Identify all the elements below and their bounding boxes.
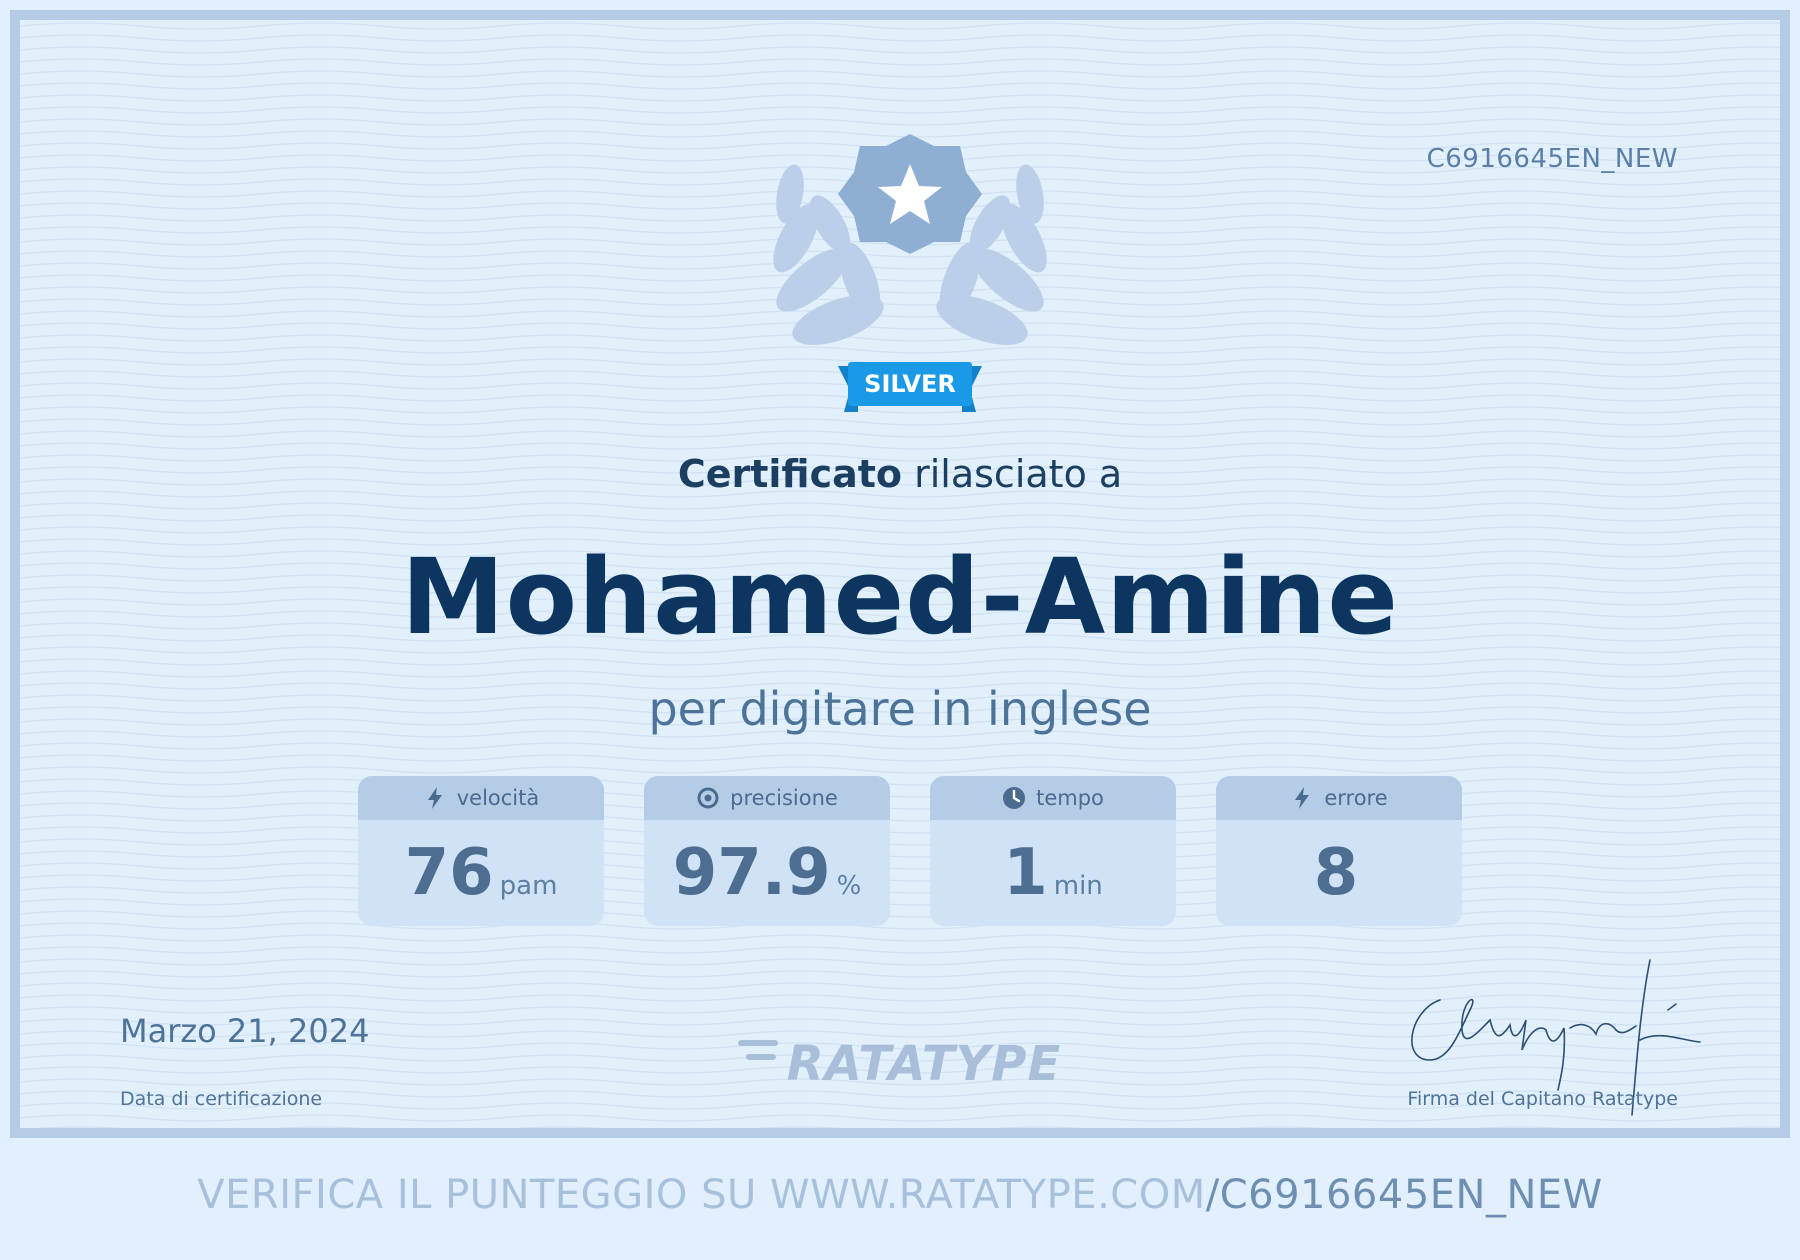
verify-text: VERIFICA IL PUNTEGGIO SU WWW.RATATYPE.CO… <box>197 1172 1206 1218</box>
laurel-emblem: SILVER <box>773 134 1047 412</box>
certificate-subtitle: per digitare in inglese <box>648 682 1152 736</box>
ratatype-logo: RATATYPE <box>738 1036 1062 1090</box>
stat-header: errore <box>1216 776 1462 820</box>
stat-time: tempo 1 min <box>930 776 1176 926</box>
verify-link[interactable]: /C6916645EN_NEW <box>1206 1172 1603 1218</box>
certificate: C6916645EN_NEW SILVER Certificato rilasc… <box>10 10 1790 1138</box>
title-rest: rilasciato a <box>914 452 1123 496</box>
stat-value: 76 <box>404 836 494 910</box>
certification-date: Marzo 21, 2024 <box>120 1012 370 1050</box>
lightning-icon <box>427 787 442 809</box>
stat-unit: % <box>836 871 862 901</box>
title-bold: Certificato <box>677 452 903 496</box>
logo-text: RATATYPE <box>787 1036 1062 1090</box>
stat-header: velocità <box>358 776 604 820</box>
stat-body: 76 pam <box>358 820 604 926</box>
verify-footer: VERIFICA IL PUNTEGGIO SU WWW.RATATYPE.CO… <box>0 1172 1800 1218</box>
stat-errors: errore 8 <box>1216 776 1462 926</box>
stat-unit: pam <box>499 871 558 901</box>
stat-accuracy: precisione 97.9 % <box>644 776 890 926</box>
clock-icon <box>1003 787 1026 809</box>
lightning-icon <box>1295 787 1310 809</box>
stat-value: 1 <box>1003 836 1048 910</box>
recipient-name: Mohamed-Amine <box>401 536 1399 658</box>
badge-label: SILVER <box>864 370 956 398</box>
stat-body: 1 min <box>930 820 1176 926</box>
stat-value: 97.9 <box>672 836 831 910</box>
stat-header: precisione <box>644 776 890 820</box>
signature-label: Firma del Capitano Ratatype <box>1407 1088 1678 1110</box>
certificate-code: C6916645EN_NEW <box>1426 144 1678 174</box>
stat-label: tempo <box>1036 786 1104 810</box>
stat-body: 8 <box>1216 820 1462 926</box>
stat-label: errore <box>1324 786 1388 810</box>
silver-ribbon: SILVER <box>838 362 982 412</box>
star-seal-icon <box>838 134 982 254</box>
stat-label: velocità <box>456 786 540 810</box>
stat-body: 97.9 % <box>644 820 890 926</box>
certification-date-label: Data di certificazione <box>120 1088 323 1110</box>
stat-label: precisione <box>730 786 838 810</box>
stat-header: tempo <box>930 776 1176 820</box>
stat-speed: velocità 76 pam <box>358 776 604 926</box>
stat-unit: min <box>1053 871 1103 901</box>
target-icon <box>697 787 719 809</box>
stat-value: 8 <box>1313 836 1359 910</box>
certificate-title: Certificato rilasciato a <box>20 452 1780 496</box>
